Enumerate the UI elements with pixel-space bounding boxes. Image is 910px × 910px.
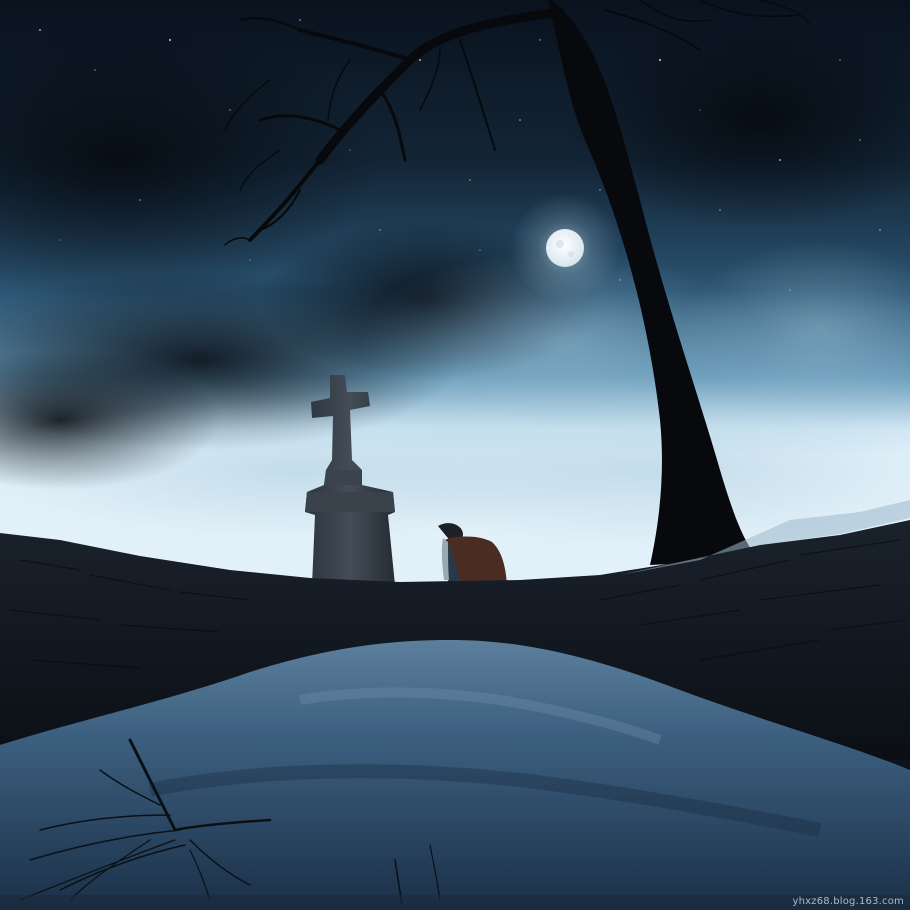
bottom-strip (0, 895, 910, 910)
night-graveyard-scene: yhxz68.blog.163.com (0, 0, 910, 910)
moon-icon (510, 193, 620, 303)
scene-illustration (0, 0, 910, 910)
watermark-text: yhxz68.blog.163.com (792, 896, 904, 907)
